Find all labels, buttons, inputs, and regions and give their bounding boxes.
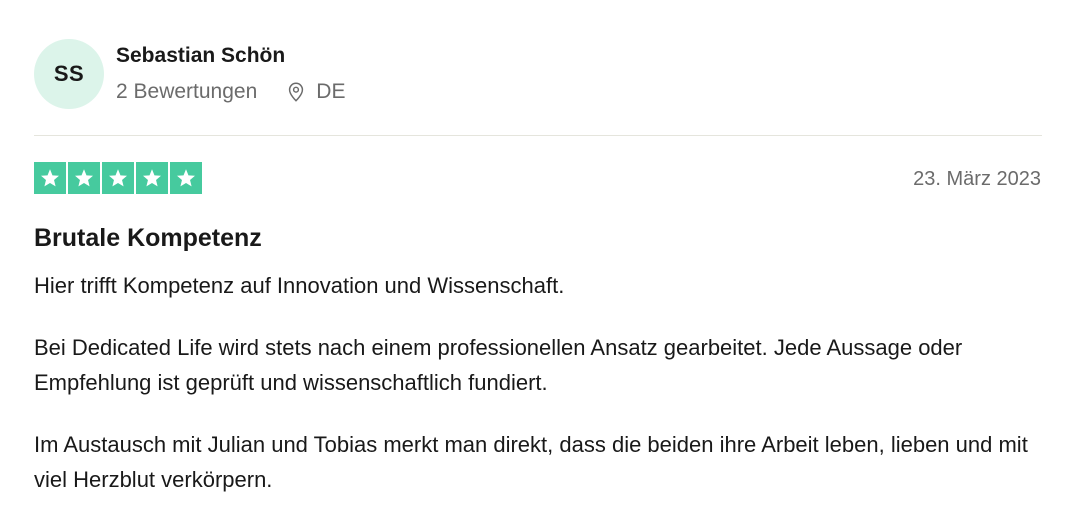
review-title[interactable]: Brutale Kompetenz (34, 222, 262, 254)
review-paragraph: Hier trifft Kompetenz auf Innovation und… (34, 273, 565, 298)
review-paragraph: Im Austausch mit Julian und Tobias merkt… (34, 432, 1028, 492)
reviewer-header: SS Sebastian Schön 2 Bewertungen DE (34, 39, 345, 109)
star-icon (34, 162, 66, 194)
reviewer-meta: 2 Bewertungen DE (116, 79, 345, 105)
location-pin-icon (289, 82, 304, 102)
avatar[interactable]: SS (34, 39, 104, 109)
review-body: Hier trifft Kompetenz auf Innovation und… (34, 268, 1044, 524)
divider (34, 135, 1042, 136)
reviewer-info: Sebastian Schön 2 Bewertungen DE (116, 39, 345, 105)
star-icon (170, 162, 202, 194)
review-paragraph: Bei Dedicated Life wird stets nach einem… (34, 335, 963, 395)
star-icon (102, 162, 134, 194)
star-rating (34, 162, 202, 194)
review-date: 23. März 2023 (913, 168, 1041, 190)
reviews-count[interactable]: 2 Bewertungen (116, 79, 257, 105)
review-card: SS Sebastian Schön 2 Bewertungen DE 23. … (0, 0, 1068, 526)
star-icon (136, 162, 168, 194)
star-icon (68, 162, 100, 194)
reviewer-country: DE (316, 80, 346, 103)
reviewer-location: DE (285, 79, 345, 105)
reviewer-name[interactable]: Sebastian Schön (116, 43, 345, 69)
